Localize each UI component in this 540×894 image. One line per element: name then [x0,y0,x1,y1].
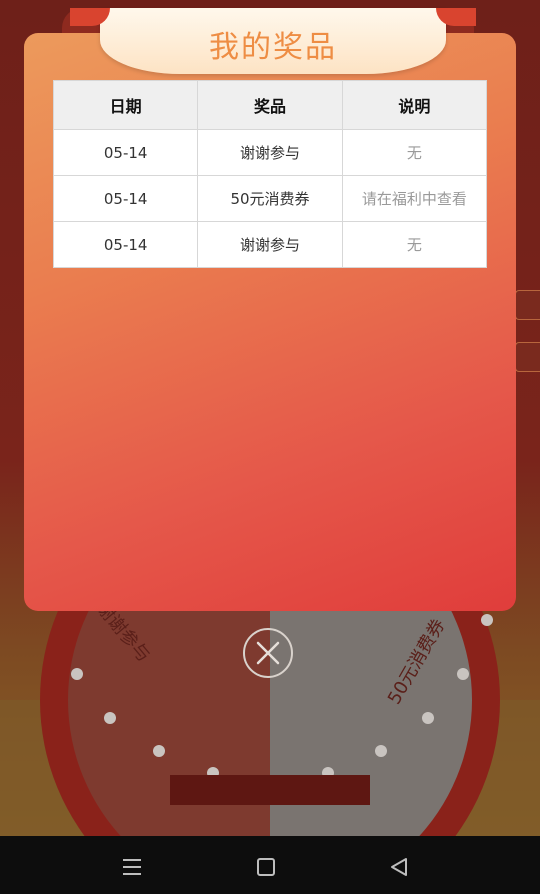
table-row: 05-14 50元消费券 请在福利中查看 [52,175,488,222]
side-tab-1 [515,290,540,320]
row-note: 无 [341,129,488,176]
wheel-segment-right: 50元消费券 [383,615,450,709]
wheel-bulb [375,745,387,757]
table-header-row: 日期 奖品 说明 [52,80,488,130]
wheel-stand [170,775,370,805]
row-date: 05-14 [52,175,199,222]
row-note: 请在福利中查看 [341,175,488,222]
menu-icon [123,859,141,875]
row-prize: 谢谢参与 [197,129,343,176]
column-header-note: 说明 [341,80,488,130]
wheel-bulb [457,668,469,680]
nav-back-button[interactable] [385,853,413,881]
back-icon [391,858,407,876]
home-icon [257,858,275,876]
close-button[interactable] [243,628,293,678]
row-note: 无 [341,221,488,268]
modal-title-ribbon: 我的奖品 [70,8,476,74]
table-row: 05-14 谢谢参与 无 [52,221,488,268]
modal-title: 我的奖品 [209,30,337,65]
column-header-date: 日期 [52,80,199,130]
wheel-bulb [153,745,165,757]
row-prize: 50元消费券 [197,175,343,222]
row-date: 05-14 [52,129,199,176]
side-tab-2 [515,342,540,372]
wheel-bulb [422,712,434,724]
close-icon [256,641,280,665]
wheel-bulb [71,668,83,680]
column-header-prize: 奖品 [197,80,343,130]
prizes-table: 日期 奖品 说明 05-14 谢谢参与 无 05-14 50元消费券 请在福利中… [52,80,488,268]
wheel-bulb [104,712,116,724]
table-row: 05-14 谢谢参与 无 [52,129,488,176]
row-prize: 谢谢参与 [197,221,343,268]
nav-menu-button[interactable] [118,853,146,881]
row-date: 05-14 [52,221,199,268]
system-nav-bar [0,836,540,894]
nav-home-button[interactable] [252,853,280,881]
wheel-bulb [481,614,493,626]
